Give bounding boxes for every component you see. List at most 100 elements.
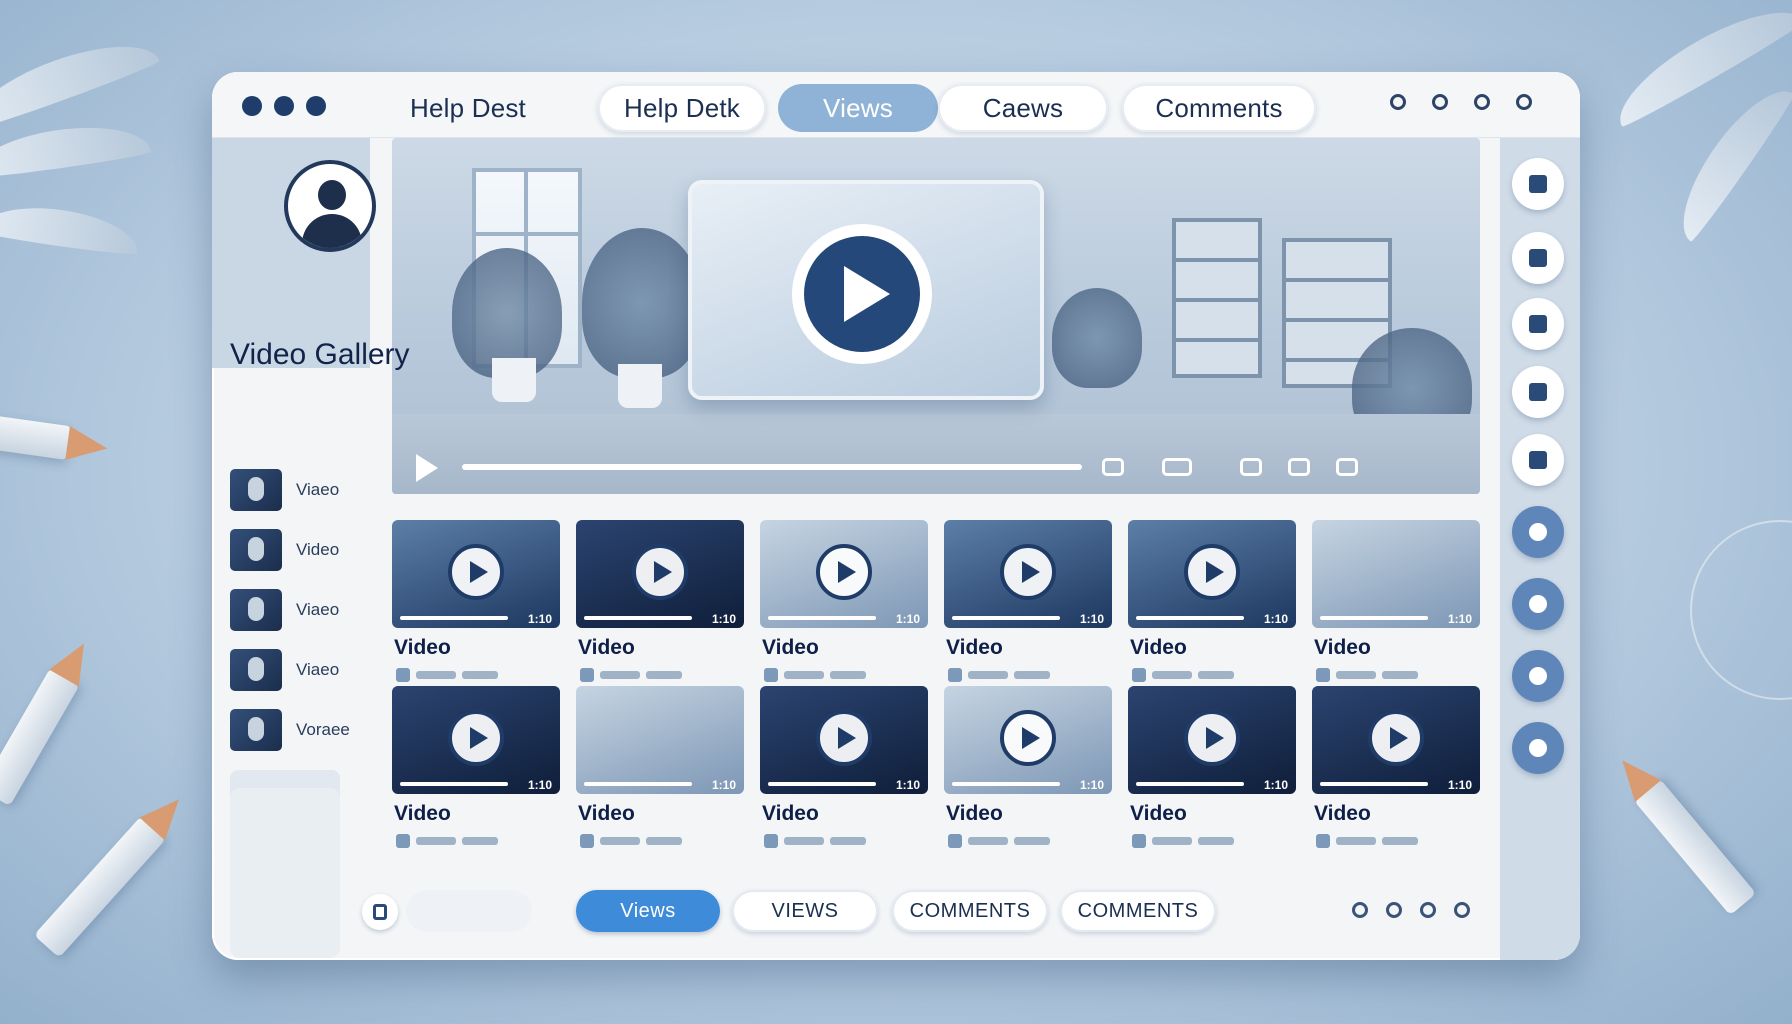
video-title[interactable]: Video: [946, 636, 1003, 660]
video-thumbnail[interactable]: 1:10: [1312, 520, 1480, 628]
play-icon[interactable]: [1000, 544, 1056, 600]
video-thumbnail[interactable]: 1:10: [760, 686, 928, 794]
play-icon[interactable]: [816, 710, 872, 766]
video-title[interactable]: Video: [1314, 802, 1371, 826]
layout-icon[interactable]: [1512, 434, 1564, 486]
list-item[interactable]: Viaeo: [230, 640, 358, 700]
avatar[interactable]: [284, 160, 376, 252]
list-item[interactable]: Voraee: [230, 700, 358, 760]
window-dot[interactable]: [306, 96, 326, 116]
check-icon[interactable]: [1512, 650, 1564, 702]
video-card[interactable]: 1:10 Video: [944, 520, 1112, 700]
list-item-label: Viaeo: [296, 480, 340, 499]
folder-icon[interactable]: [1512, 232, 1564, 284]
pip-icon[interactable]: [1288, 458, 1310, 476]
tab-comments[interactable]: Comments: [1122, 84, 1316, 132]
refresh-icon[interactable]: [1352, 902, 1368, 918]
video-title[interactable]: Video: [394, 802, 451, 826]
video-card[interactable]: 1:10 Video: [392, 520, 560, 700]
video-card[interactable]: 1:10 Video: [760, 686, 928, 866]
video-thumbnail[interactable]: 1:10: [576, 520, 744, 628]
list-item[interactable]: Viaeo: [230, 460, 358, 520]
video-thumbnail[interactable]: 1:10: [1128, 686, 1296, 794]
comment-icon[interactable]: [1512, 578, 1564, 630]
video-player[interactable]: [392, 138, 1480, 494]
document-icon[interactable]: [1512, 366, 1564, 418]
tab-help-desk[interactable]: Help Dest: [398, 84, 538, 132]
video-meta: [396, 834, 556, 848]
fullscreen-icon[interactable]: [1336, 458, 1358, 476]
captions-icon[interactable]: [1162, 458, 1192, 476]
play-icon[interactable]: [632, 544, 688, 600]
video-title[interactable]: Video: [394, 636, 451, 660]
video-card[interactable]: 1:10 Video: [1128, 520, 1296, 700]
progress-bar[interactable]: [462, 464, 1082, 470]
sync-icon[interactable]: [1474, 94, 1490, 110]
menu-icon[interactable]: [362, 894, 398, 930]
list-item[interactable]: Viaeo: [230, 580, 358, 640]
play-icon[interactable]: [1184, 544, 1240, 600]
video-title[interactable]: Video: [1130, 802, 1187, 826]
bookmark-icon[interactable]: [1512, 158, 1564, 210]
volume-icon[interactable]: [1102, 458, 1124, 476]
video-title[interactable]: Video: [578, 636, 635, 660]
video-title[interactable]: Video: [762, 802, 819, 826]
settings-icon[interactable]: [1240, 458, 1262, 476]
share-icon[interactable]: [1516, 94, 1532, 110]
video-thumbnail[interactable]: 1:10: [392, 520, 560, 628]
player-controls: [392, 452, 1480, 482]
play-icon[interactable]: [448, 710, 504, 766]
settings-icon[interactable]: [1454, 902, 1470, 918]
views-button-2[interactable]: VIEWS: [732, 890, 878, 932]
video-thumbnail[interactable]: 1:10: [760, 520, 928, 628]
video-card[interactable]: 1:10 Video: [760, 520, 928, 700]
settings-icon[interactable]: [1390, 94, 1406, 110]
views-button[interactable]: Views: [576, 890, 720, 932]
video-thumbnail[interactable]: 1:10: [944, 520, 1112, 628]
player-screen[interactable]: [688, 180, 1044, 400]
video-thumbnail[interactable]: 1:10: [392, 686, 560, 794]
refresh-icon[interactable]: [1432, 94, 1448, 110]
decorative-leaf: [1662, 74, 1792, 244]
video-title[interactable]: Video: [946, 802, 1003, 826]
video-thumbnail[interactable]: 1:10: [1312, 686, 1480, 794]
list-item[interactable]: Video: [230, 520, 358, 580]
play-icon[interactable]: [1184, 710, 1240, 766]
chat-icon[interactable]: [1512, 298, 1564, 350]
play-icon[interactable]: [816, 544, 872, 600]
location-icon[interactable]: [1512, 722, 1564, 774]
video-title[interactable]: Video: [762, 636, 819, 660]
video-title[interactable]: Video: [1314, 636, 1371, 660]
comments-button-2[interactable]: COMMENTS: [1060, 890, 1216, 932]
video-card[interactable]: 1:10 Video: [576, 520, 744, 700]
video-thumbnail[interactable]: 1:10: [1128, 520, 1296, 628]
tab-caews[interactable]: Caews: [938, 84, 1108, 132]
tab-help-desk-2[interactable]: Help Detk: [598, 84, 766, 132]
like-icon[interactable]: [1512, 506, 1564, 558]
play-button[interactable]: [792, 224, 932, 364]
play-icon[interactable]: [1368, 710, 1424, 766]
video-card[interactable]: 1:10 Video: [576, 686, 744, 866]
globe-icon[interactable]: [1420, 902, 1436, 918]
play-icon[interactable]: [416, 454, 438, 482]
record-icon[interactable]: [1386, 902, 1402, 918]
video-thumbnail[interactable]: 1:10: [576, 686, 744, 794]
right-rail: [1500, 138, 1580, 960]
video-card[interactable]: 1:10 Video: [1128, 686, 1296, 866]
decorative-leaf: [0, 27, 161, 133]
video-card[interactable]: 1:10 Video: [1312, 686, 1480, 866]
video-title[interactable]: Video: [578, 802, 635, 826]
play-icon[interactable]: [448, 544, 504, 600]
video-card[interactable]: 1:10 Video: [392, 686, 560, 866]
video-card[interactable]: 1:10 Video: [1312, 520, 1480, 700]
video-title[interactable]: Video: [1130, 636, 1187, 660]
list-item-label: Video: [296, 540, 340, 559]
video-card[interactable]: 1:10 Video: [944, 686, 1112, 866]
play-icon[interactable]: [1000, 710, 1056, 766]
video-thumbnail[interactable]: 1:10: [944, 686, 1112, 794]
window-controls[interactable]: [242, 96, 326, 116]
window-dot[interactable]: [274, 96, 294, 116]
tab-views[interactable]: Views: [778, 84, 938, 132]
window-dot[interactable]: [242, 96, 262, 116]
comments-button[interactable]: COMMENTS: [892, 890, 1048, 932]
